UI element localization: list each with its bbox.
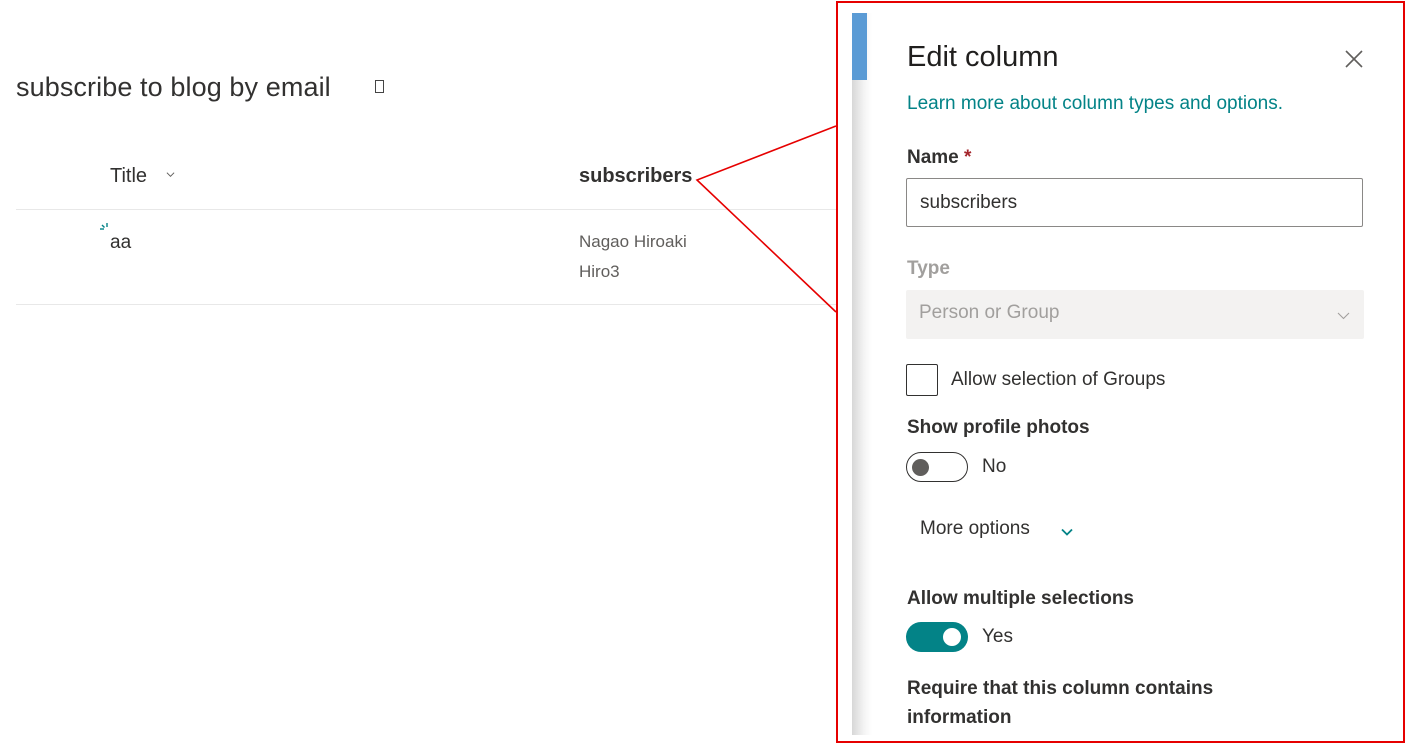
required-mark: *	[964, 147, 972, 168]
allow-groups-checkbox[interactable]	[906, 364, 938, 396]
row-title-cell[interactable]: aa	[110, 232, 131, 254]
column-name-input[interactable]	[906, 178, 1363, 227]
chevron-down-icon[interactable]	[1061, 527, 1073, 537]
show-photos-state: No	[982, 456, 1007, 477]
close-icon[interactable]	[1343, 48, 1365, 70]
require-info-label-cont: information	[907, 707, 1012, 728]
type-select-value: Person or Group	[919, 302, 1060, 323]
allow-multiple-toggle[interactable]	[906, 622, 968, 652]
require-info-label: Require that this column contains	[907, 678, 1214, 699]
column-header-subscribers[interactable]: subscribers	[579, 165, 692, 188]
toggle-knob	[943, 628, 961, 646]
type-select: Person or Group	[906, 290, 1364, 339]
row-divider	[16, 304, 838, 305]
show-photos-toggle[interactable]	[906, 452, 968, 482]
show-photos-label: Show profile photos	[907, 417, 1090, 438]
chevron-down-icon	[1337, 312, 1350, 320]
edit-column-panel: Edit column Learn more about column type…	[836, 1, 1405, 743]
subscriber-person[interactable]: Hiro3	[579, 262, 620, 282]
panel-scroll-track	[852, 13, 872, 735]
learn-more-link[interactable]: Learn more about column types and option…	[907, 93, 1283, 115]
scrollbar-thumb[interactable]	[852, 13, 867, 80]
type-label: Type	[907, 258, 950, 279]
more-options-button[interactable]: More options	[920, 518, 1030, 540]
chevron-down-icon[interactable]	[166, 170, 175, 179]
name-label-text: Name	[907, 147, 959, 168]
column-header-title[interactable]: Title	[110, 165, 147, 188]
name-label: Name *	[907, 147, 971, 169]
subscriber-person[interactable]: Nagao Hiroaki	[579, 232, 687, 252]
title-glyph-icon	[375, 80, 384, 93]
list-title: subscribe to blog by email	[16, 72, 331, 102]
panel-title: Edit column	[907, 41, 1059, 73]
allow-groups-label[interactable]: Allow selection of Groups	[951, 369, 1165, 391]
header-divider	[16, 209, 838, 210]
allow-multiple-state: Yes	[982, 626, 1013, 647]
allow-multiple-label: Allow multiple selections	[907, 588, 1134, 609]
toggle-knob	[912, 459, 929, 476]
